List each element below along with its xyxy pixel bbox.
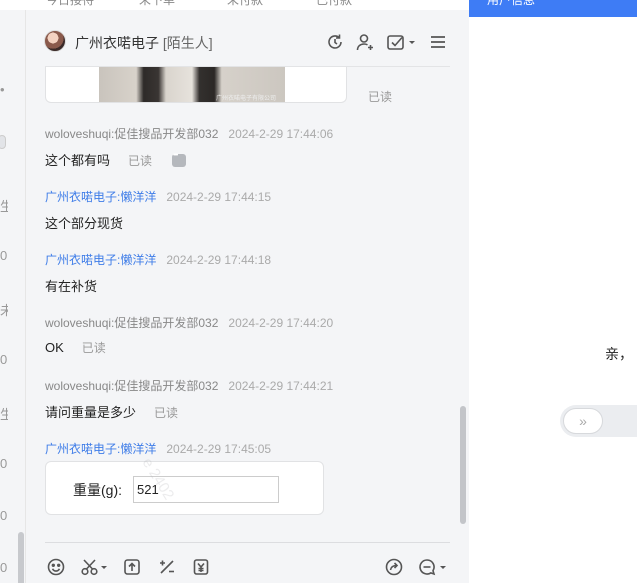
message-meta: woloveshuqi:促佳搜品开发部032 2024-2-29 17:44:06 [45, 125, 333, 142]
weight-label: 重量(g): [73, 482, 122, 498]
message-scrollbar[interactable] [460, 406, 466, 524]
contact-glyph: 生 [0, 407, 8, 422]
message-sender: 广州衣喏电子:懒洋洋 [45, 190, 157, 204]
message-time: 2024-2-29 17:44:18 [166, 253, 272, 267]
message-sender: woloveshuqi:促佳搜品开发部032 [45, 316, 219, 330]
image-watermark: 广州衣喏电子有限公司 [216, 96, 277, 102]
message-text: 请问重量是多少 已读 [45, 402, 178, 421]
message-meta: woloveshuqi:促佳搜品开发部032 2024-2-29 17:44:21 [45, 377, 333, 394]
contact-list-edge: • 生 0 未 0 生 0 0 0 [0, 10, 26, 583]
greeting-text: 亲， [605, 346, 633, 362]
contact-glyph: 0 [0, 560, 8, 575]
upload-icon[interactable] [122, 557, 142, 577]
user-info-tab[interactable]: 用户信息 [469, 0, 637, 17]
read-status: 已读 [368, 90, 393, 104]
task-check-icon[interactable] [386, 32, 416, 52]
panel-toggle[interactable]: » [560, 405, 637, 437]
yuan-coupon-icon[interactable] [191, 557, 211, 577]
message-sender: 广州衣喏电子:懒洋洋 [45, 442, 157, 456]
user-info-label: 用户信息 [487, 0, 536, 7]
contact-glyph: 0 [0, 352, 8, 367]
read-status: 已读 [81, 341, 106, 355]
message-sender: woloveshuqi:促佳搜品开发部032 [45, 379, 219, 393]
message-time: 2024-2-29 17:44:21 [228, 379, 334, 393]
scissors-icon[interactable] [80, 557, 108, 577]
message-meta: 广州衣喏电子:懒洋洋 2024-2-29 17:44:18 [45, 251, 271, 268]
read-status: 已读 [154, 406, 179, 420]
message-sender: woloveshuqi:促佳搜品开发部032 [45, 127, 219, 141]
tab-not-ordered[interactable]: 未下单 [139, 0, 175, 8]
share-icon[interactable] [384, 557, 404, 577]
message-text: 这个都有吗 已读 [45, 150, 187, 169]
contact-glyph: 未 [0, 303, 8, 318]
tab-unpaid[interactable]: 未付款 [227, 0, 263, 8]
contact-selected-indicator[interactable] [0, 135, 6, 149]
im-window: 今日接待 未下单 未付款 已付款 • 生 0 未 0 生 0 0 0 广州衣喏电… [0, 0, 637, 583]
message-text: OK 已读 [45, 339, 106, 356]
message-time: 2024-2-29 17:44:20 [228, 316, 334, 330]
message-text: 这个部分现货 [45, 216, 124, 231]
contact-glyph: 0 [0, 508, 8, 523]
avatar[interactable] [44, 30, 66, 52]
contact-glyph: 0 [0, 248, 8, 263]
more-icon[interactable] [172, 152, 187, 167]
menu-icon[interactable] [428, 32, 448, 52]
tab-today[interactable]: 今日接待 [46, 0, 94, 8]
contact-glyph: 0 [0, 456, 8, 471]
message-body: 请问重量是多少 [45, 405, 137, 420]
message-time: 2024-2-29 17:44:06 [228, 127, 334, 141]
chat-panel: 广州衣喏电子 [陌生人] 广州衣喏电子有限公司 已读 woloveshuqi:促… [26, 10, 469, 583]
message-sender: 广州衣喏电子:懒洋洋 [45, 253, 157, 267]
message-meta: 广州衣喏电子:懒洋洋 2024-2-29 17:44:15 [45, 188, 271, 205]
contact-glyph: • [0, 82, 5, 97]
message-body: OK [45, 340, 64, 355]
message-time: 2024-2-29 17:45:05 [166, 442, 272, 456]
stranger-tag: [陌生人] [162, 35, 213, 51]
emoji-icon[interactable] [46, 557, 66, 577]
message-text: 有在补货 [45, 279, 98, 294]
contact-glyph: 生 [0, 199, 8, 214]
message-body: 这个都有吗 [45, 153, 111, 168]
chat-title: 广州衣喏电子 [陌生人] [75, 33, 213, 53]
refresh-icon[interactable] [325, 32, 345, 52]
weight-form-card: 重量(g): [45, 461, 324, 515]
right-panel: 用户信息 亲， » [469, 0, 637, 583]
contact-scrollbar[interactable] [18, 532, 24, 583]
input-toolbar [45, 542, 450, 583]
message-list: 广州衣喏电子有限公司 已读 woloveshuqi:促佳搜品开发部032 2024… [45, 66, 450, 532]
calculator-icon[interactable] [157, 557, 177, 577]
quick-reply-icon[interactable] [417, 557, 447, 577]
top-tabs: 今日接待 未下单 未付款 已付款 [0, 0, 470, 10]
chat-header: 广州衣喏电子 [陌生人] [26, 10, 469, 66]
double-chevron-right-icon[interactable]: » [563, 408, 603, 434]
message-meta: woloveshuqi:促佳搜品开发部032 2024-2-29 17:44:20 [45, 314, 333, 331]
message-time: 2024-2-29 17:44:15 [166, 190, 272, 204]
read-status: 已读 [128, 154, 153, 168]
user-add-icon[interactable] [355, 32, 375, 52]
message-meta: 广州衣喏电子:懒洋洋 2024-2-29 17:45:05 [45, 440, 271, 457]
image-message[interactable]: 广州衣喏电子有限公司 [45, 67, 347, 103]
tab-paid[interactable]: 已付款 [316, 0, 352, 8]
contact-name: 广州衣喏电子 [75, 35, 159, 51]
